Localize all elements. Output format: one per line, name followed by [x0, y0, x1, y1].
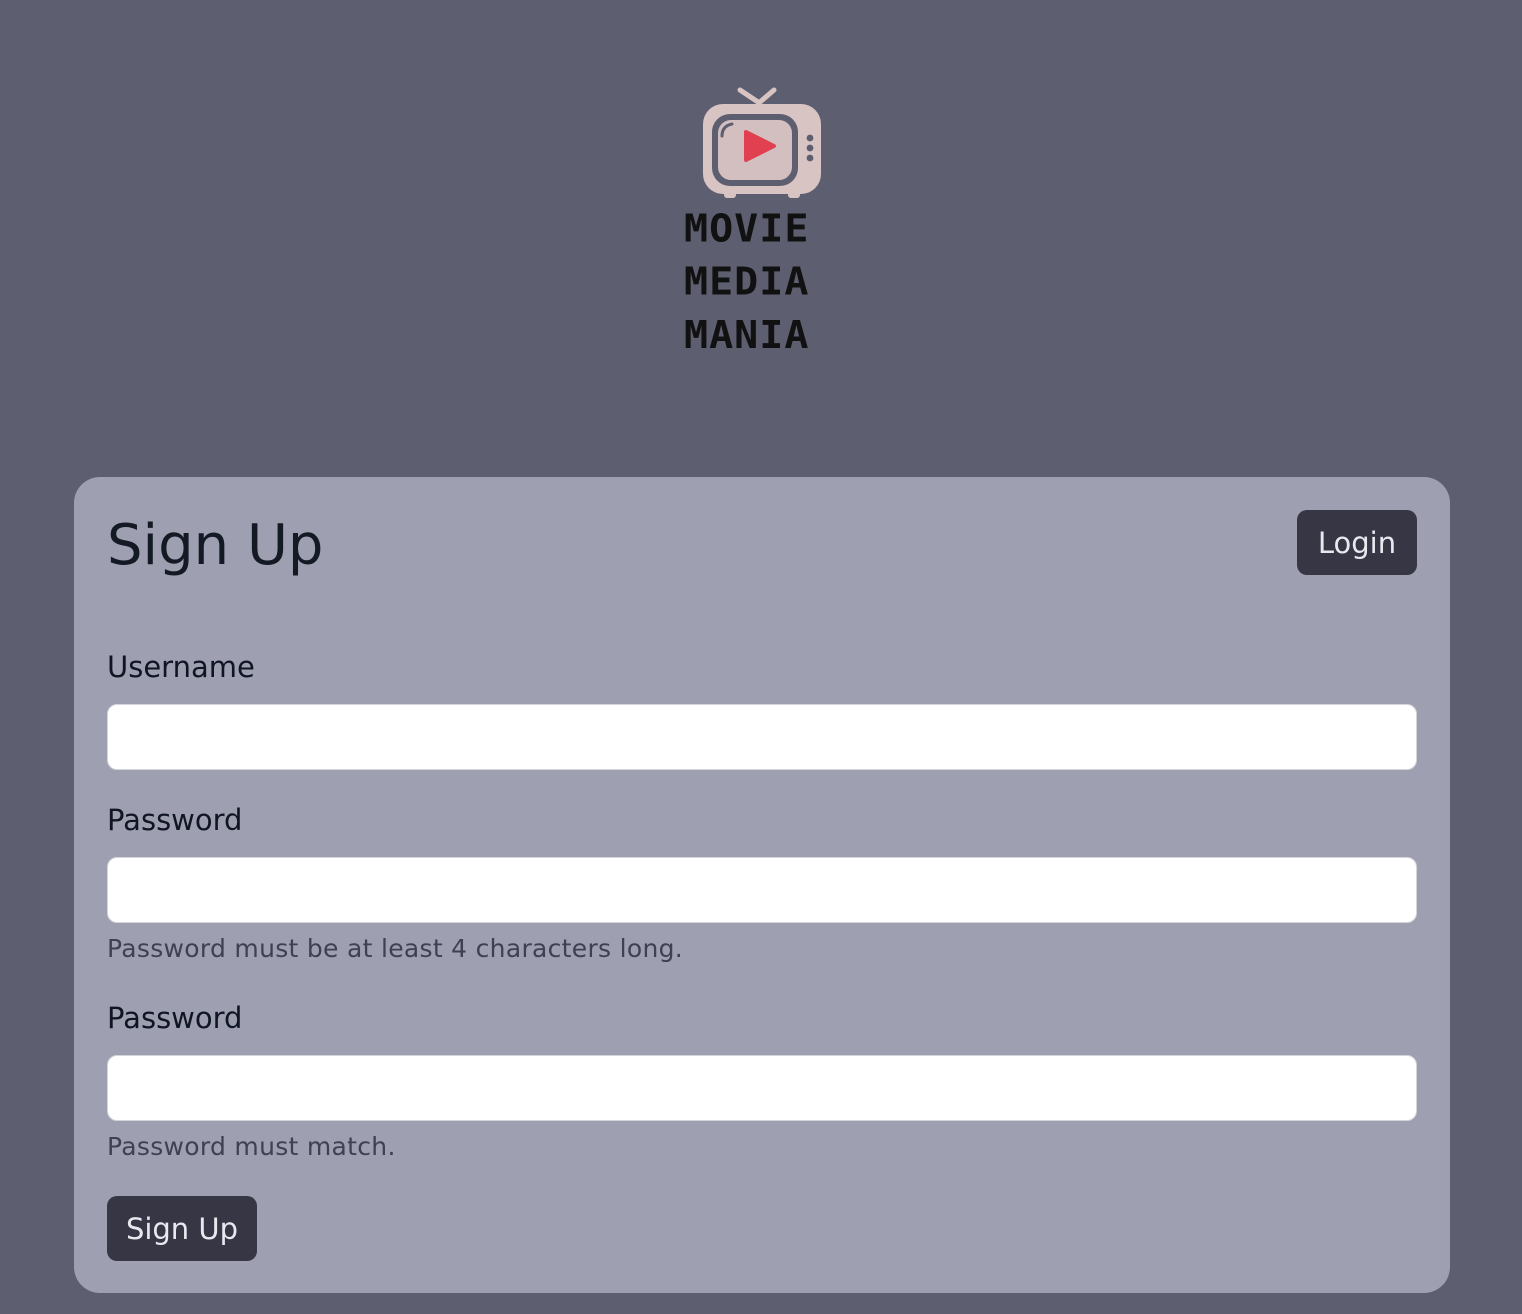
- login-button[interactable]: Login: [1297, 510, 1417, 575]
- password-input[interactable]: [107, 857, 1417, 923]
- page-title: Sign Up: [107, 513, 324, 578]
- password-hint: Password must be at least 4 characters l…: [107, 934, 684, 963]
- confirm-password-hint: Password must match.: [107, 1132, 396, 1161]
- username-input[interactable]: [107, 704, 1417, 770]
- password-label: Password: [107, 803, 243, 837]
- logo-wordmark: MOVIE MEDIA MANIA: [684, 206, 848, 366]
- signup-button[interactable]: Sign Up: [107, 1196, 257, 1261]
- username-label: Username: [107, 650, 255, 684]
- logo-line-1: MOVIE: [684, 207, 810, 251]
- app-logo: MOVIE MEDIA MANIA: [680, 84, 848, 357]
- confirm-password-label: Password: [107, 1001, 243, 1035]
- signup-card: Sign Up Login Username Password Password…: [74, 477, 1450, 1293]
- confirm-password-input[interactable]: [107, 1055, 1417, 1121]
- tv-play-icon: [703, 87, 821, 198]
- logo-line-3: MANIA: [684, 313, 810, 358]
- logo-line-2: MEDIA: [684, 260, 810, 305]
